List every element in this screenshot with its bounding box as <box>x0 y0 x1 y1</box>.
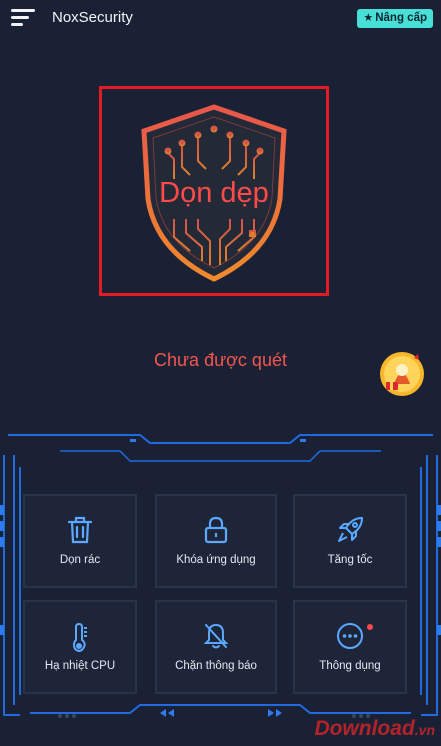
tile-label: Thông dụng <box>319 660 381 672</box>
tile-label: Chặn thông báo <box>175 660 257 672</box>
app-title: NoxSecurity <box>52 9 133 26</box>
clean-shield-button[interactable]: Dọn dẹp <box>99 86 329 296</box>
tile-app-lock[interactable]: Khóa ứng dụng <box>155 494 277 588</box>
watermark-suffix: .vn <box>414 722 435 738</box>
tile-cpu-cooler[interactable]: Hạ nhiệt CPU <box>23 600 137 694</box>
trash-icon <box>67 516 93 544</box>
tile-block-notifications[interactable]: Chặn thông báo <box>155 600 277 694</box>
star-icon: ★ <box>363 12 374 24</box>
notification-dot <box>367 624 373 630</box>
lock-icon <box>204 516 228 544</box>
top-bar: NoxSecurity ★ Nâng cấp <box>0 0 441 36</box>
scan-status: Chưa được quét <box>154 350 287 370</box>
tile-label: Hạ nhiệt CPU <box>44 660 116 672</box>
tile-clean-junk[interactable]: Dọn rác <box>23 494 137 588</box>
bell-off-icon <box>203 623 229 649</box>
thermometer-icon <box>72 622 87 652</box>
shield-label: Dọn dẹp <box>159 177 269 209</box>
rocket-icon <box>338 517 363 542</box>
tile-label: Dọn rác <box>59 554 101 566</box>
tile-speed-boost[interactable]: Tăng tốc <box>293 494 407 588</box>
more-icon <box>337 623 363 649</box>
upgrade-button[interactable]: ★ Nâng cấp <box>357 9 433 28</box>
upgrade-label: Nâng cấp <box>375 12 427 24</box>
gift-icon[interactable] <box>378 350 426 398</box>
tile-label: Khóa ứng dụng <box>176 554 256 566</box>
menu-icon[interactable] <box>11 9 35 27</box>
tile-utilities[interactable]: Thông dụng <box>293 600 407 694</box>
watermark-main: Download <box>314 717 415 740</box>
download-watermark: Download.vn <box>314 717 435 741</box>
tile-label: Tăng tốc <box>327 554 373 566</box>
